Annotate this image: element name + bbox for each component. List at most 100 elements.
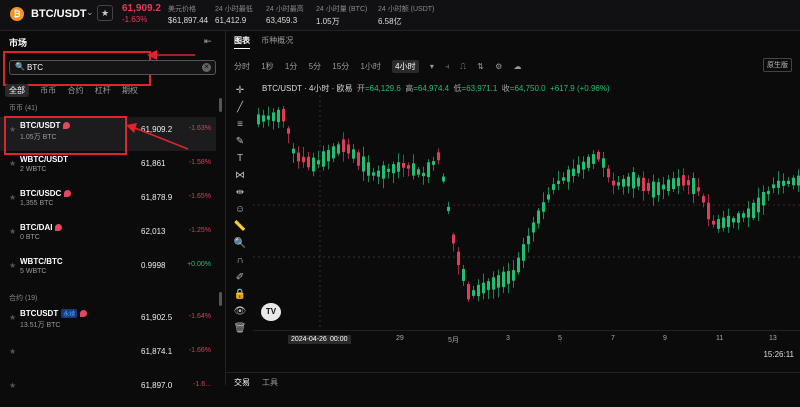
candle-body bbox=[597, 151, 600, 160]
tab-all[interactable]: 全部 bbox=[5, 84, 29, 97]
tab-options[interactable]: 期权 bbox=[122, 85, 138, 96]
candle-body bbox=[717, 219, 720, 229]
search-input[interactable]: 🔍 BTC ✕ bbox=[9, 60, 216, 75]
list-item[interactable]: ★ BTCUSDT 永续 13.51万 BTC 61,902.5 -1.64% bbox=[0, 305, 216, 339]
candle-body bbox=[287, 128, 290, 134]
drawing-toolbar: ✛ ╱ ≡ ✎ T ⋈ ⇹ ☺ 📏 🔍 ∩ ✐ 🔒 👁 🗑 bbox=[228, 82, 252, 337]
star-icon[interactable]: ★ bbox=[9, 381, 16, 390]
stat-value: $61,897.44 bbox=[168, 16, 209, 25]
symbol: BTC/DAI bbox=[20, 223, 63, 232]
timeframe-line[interactable]: 分时 bbox=[234, 61, 250, 72]
candle-body bbox=[742, 213, 745, 218]
ruler-icon[interactable]: 📏 bbox=[228, 218, 252, 235]
template-icon[interactable]: ☁ bbox=[513, 62, 521, 71]
star-icon[interactable]: ★ bbox=[9, 261, 16, 270]
lock-icon[interactable]: 🔒 bbox=[228, 286, 252, 303]
timeframe-4h[interactable]: 4小时 bbox=[392, 60, 419, 73]
original-chart-button[interactable]: 原生版 bbox=[763, 58, 792, 72]
list-item[interactable]: ★ 61,874.1 -1.66% bbox=[0, 339, 216, 373]
symbol: WBTC/USDT bbox=[20, 155, 68, 164]
candle-body bbox=[302, 156, 305, 163]
candle-body bbox=[502, 271, 505, 288]
measure-range-icon[interactable]: ⇹ bbox=[228, 184, 252, 201]
settings-icon[interactable]: ⚙ bbox=[495, 62, 502, 71]
timeframe-1h[interactable]: 1小时 bbox=[360, 61, 380, 72]
scrollbar[interactable] bbox=[219, 292, 222, 306]
star-icon[interactable]: ★ bbox=[9, 347, 16, 356]
emoji-icon[interactable]: ☺ bbox=[228, 201, 252, 218]
candle-body bbox=[267, 115, 270, 120]
tab-tools[interactable]: 工具 bbox=[262, 377, 278, 388]
timeframe-5m[interactable]: 5分 bbox=[309, 61, 321, 72]
tab-spot[interactable]: 币币 bbox=[40, 85, 56, 96]
tab-trade[interactable]: 交易 bbox=[234, 377, 250, 388]
timeframe-1s[interactable]: 1秒 bbox=[261, 61, 273, 72]
list-item[interactable]: ★ WBTC/USDT 2 WBTC 61,861 -1.58% bbox=[0, 151, 216, 185]
eye-icon[interactable]: 👁 bbox=[228, 303, 252, 320]
candlestick-chart[interactable] bbox=[253, 95, 800, 330]
stat-24h-volume: 24 小时量 (BTC) 1.05万 bbox=[316, 4, 367, 27]
timeframe-1m[interactable]: 1分 bbox=[285, 61, 297, 72]
star-icon[interactable]: ★ bbox=[9, 313, 16, 322]
chevron-down-icon[interactable]: ⌄ bbox=[86, 7, 94, 18]
brush-icon[interactable]: ✎ bbox=[228, 133, 252, 150]
horizontal-lines-icon[interactable]: ≡ bbox=[228, 116, 252, 133]
stat-label: 24 小时最低 bbox=[215, 6, 253, 13]
open-value: =64,129.6 bbox=[364, 84, 401, 93]
clear-icon[interactable]: ✕ bbox=[202, 63, 211, 72]
collapse-icon[interactable]: ⇤ bbox=[204, 36, 212, 47]
candle-body bbox=[372, 172, 375, 176]
magnet-icon[interactable]: ∩ bbox=[228, 252, 252, 269]
candle-body bbox=[682, 175, 685, 186]
star-icon[interactable]: ★ bbox=[9, 227, 16, 236]
lock-drawing-icon[interactable]: ✐ bbox=[228, 269, 252, 286]
change: -1.65% bbox=[188, 193, 211, 200]
pattern-icon[interactable]: ⋈ bbox=[228, 167, 252, 184]
list-item[interactable]: ★ 61,897.0 -1.6... bbox=[0, 373, 216, 407]
change-value: +617.9 (+0.96%) bbox=[550, 84, 610, 93]
tab-coin-overview[interactable]: 币种概况 bbox=[261, 36, 293, 45]
close-value: =64,750.0 bbox=[509, 84, 546, 93]
trash-icon[interactable]: 🗑 bbox=[228, 320, 252, 337]
annotation-arrow-row bbox=[126, 123, 189, 150]
price-change: -1.63% bbox=[122, 15, 148, 24]
change: -1.63% bbox=[188, 125, 211, 132]
candle-body bbox=[642, 177, 645, 192]
x-tick-label: 7 bbox=[611, 335, 615, 342]
star-icon[interactable]: ★ bbox=[9, 193, 16, 202]
candle-body bbox=[272, 112, 275, 122]
candle-body bbox=[522, 244, 525, 261]
scrollbar[interactable] bbox=[219, 98, 222, 112]
favorite-star-icon[interactable]: ★ bbox=[97, 5, 113, 21]
text-icon[interactable]: T bbox=[228, 150, 252, 167]
tab-chart[interactable]: 图表 bbox=[234, 36, 250, 49]
crosshair-icon[interactable]: ✛ bbox=[228, 82, 252, 99]
list-item[interactable]: ★ WBTC/BTC 5 WBTC 0.9998 +0.00% bbox=[0, 253, 216, 287]
list-item[interactable]: ★ BTC/DAI 0 BTC 62,013 -1.25% bbox=[0, 219, 216, 253]
tab-futures[interactable]: 合约 bbox=[67, 85, 83, 96]
compare-icon[interactable]: ⇅ bbox=[477, 62, 484, 71]
candle-body bbox=[347, 144, 350, 154]
indicator-icon[interactable]: ⎍ bbox=[460, 62, 466, 72]
price: 0.9998 bbox=[141, 261, 166, 270]
timeframe-15m[interactable]: 15分 bbox=[332, 61, 349, 72]
star-icon[interactable]: ★ bbox=[9, 159, 16, 168]
candle-type-icon[interactable]: ⫞ bbox=[445, 62, 449, 72]
candle-body bbox=[467, 283, 470, 300]
last-price: 61,909.2 bbox=[122, 3, 161, 14]
candle-body bbox=[772, 184, 775, 189]
chevron-down-icon[interactable]: ▾ bbox=[430, 62, 434, 71]
list-item[interactable]: ★ BTC/USDC 1,355 BTC 61,878.9 -1.65% bbox=[0, 185, 216, 219]
trendline-icon[interactable]: ╱ bbox=[228, 99, 252, 116]
price: 62,013 bbox=[141, 227, 166, 236]
candle-body bbox=[507, 270, 510, 284]
section-spot-header: 币币 (41) bbox=[9, 105, 38, 112]
fire-icon bbox=[55, 224, 63, 232]
candle-body bbox=[427, 162, 430, 178]
symbol-text: BTC/DAI bbox=[20, 223, 53, 232]
tab-margin[interactable]: 杠杆 bbox=[95, 85, 111, 96]
zoom-icon[interactable]: 🔍 bbox=[228, 235, 252, 252]
pair-title[interactable]: BTC/USDT bbox=[31, 8, 87, 20]
price: 61,861 bbox=[141, 159, 166, 168]
candle-body bbox=[777, 180, 780, 188]
